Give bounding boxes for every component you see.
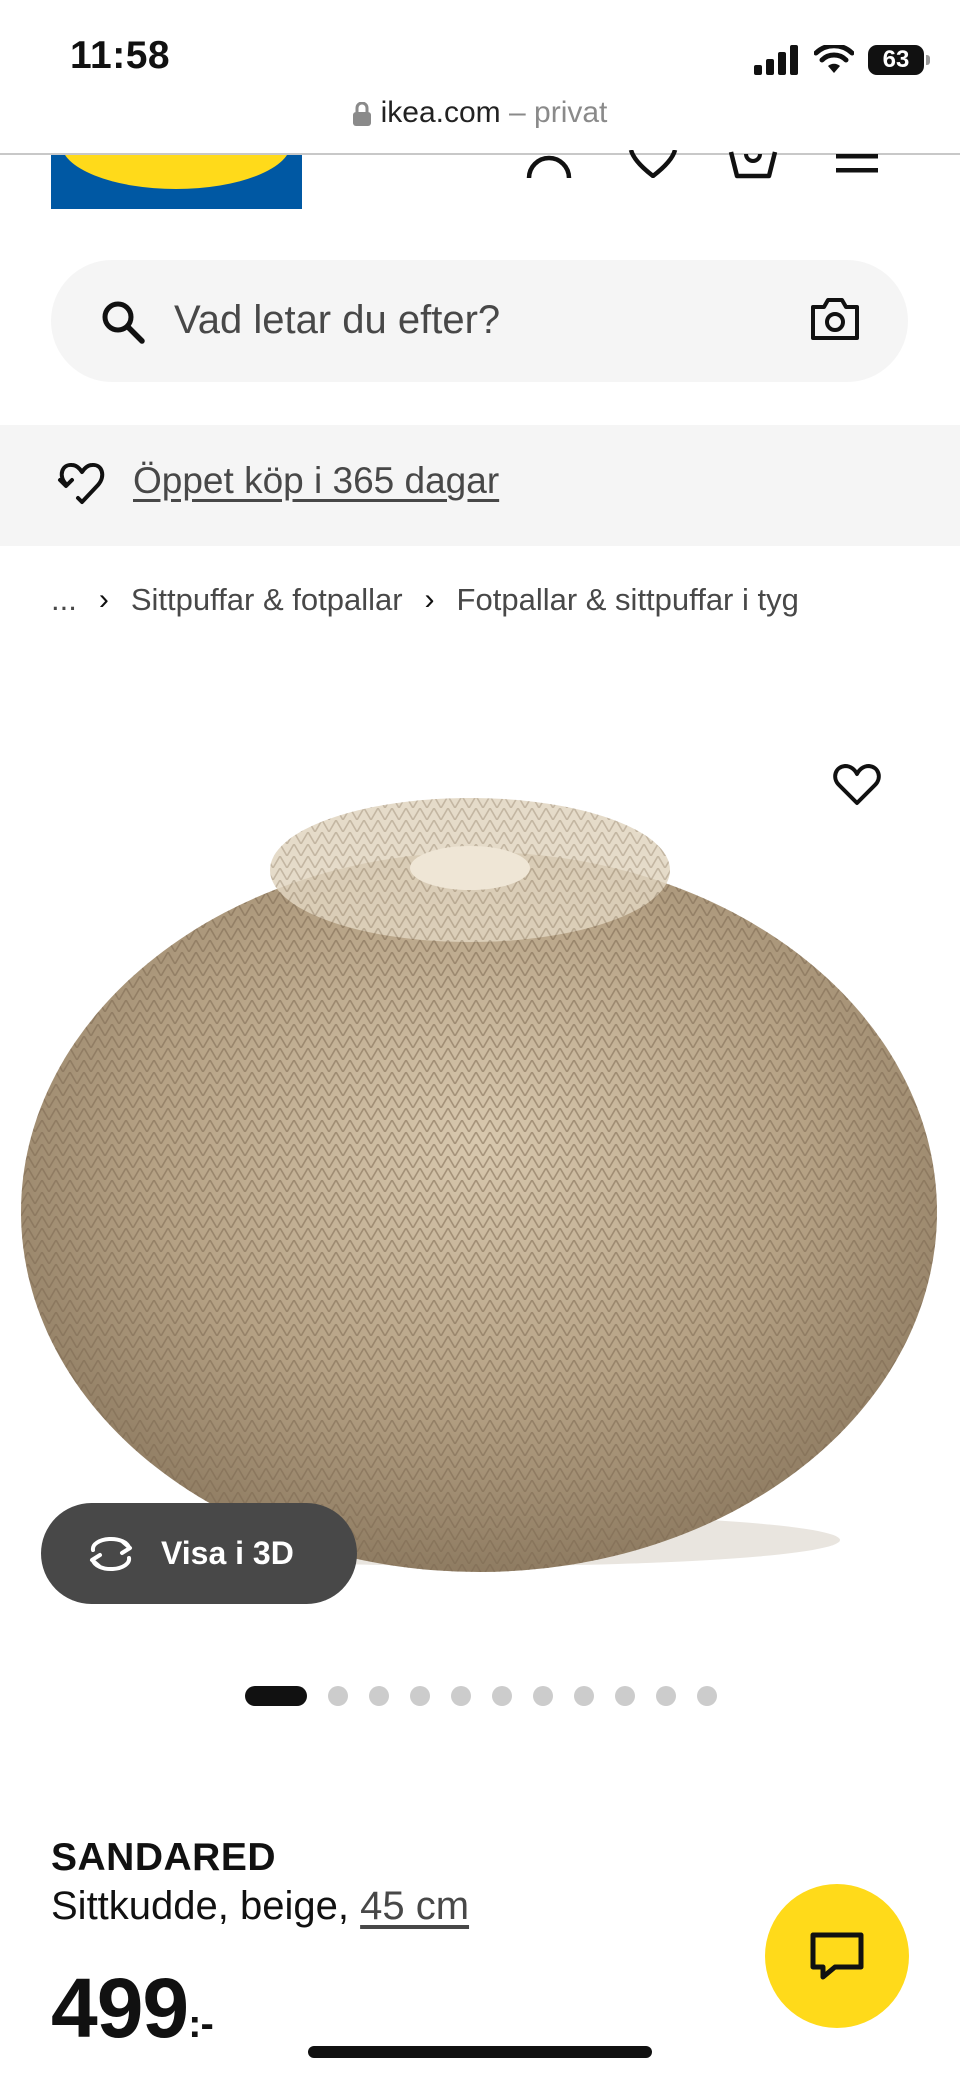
carousel-dot-10[interactable] (656, 1686, 676, 1706)
carousel-dot-11[interactable] (697, 1686, 717, 1706)
private-mode-label: – privat (509, 96, 608, 129)
carousel-dot-9[interactable] (615, 1686, 635, 1706)
breadcrumb-item-sittpuffar[interactable]: Sittpuffar & fotpallar (131, 582, 403, 618)
view-in-3d-button[interactable]: Visa i 3D (41, 1503, 357, 1604)
status-icons: 63 (754, 40, 930, 80)
carousel-dot-6[interactable] (492, 1686, 512, 1706)
camera-icon[interactable] (810, 297, 860, 341)
carousel-dot-8[interactable] (574, 1686, 594, 1706)
chat-button[interactable] (765, 1884, 909, 2028)
search-input-placeholder[interactable]: Vad letar du efter? (174, 298, 500, 343)
carousel-dot-2[interactable] (328, 1686, 348, 1706)
breadcrumb: ... › Sittpuffar & fotpallar › Fotpallar… (51, 582, 799, 618)
url-bar[interactable]: ikea.com – privat (0, 96, 960, 130)
breadcrumb-ellipsis[interactable]: ... (51, 582, 77, 618)
cellular-signal-icon (754, 45, 798, 75)
carousel-dot-5[interactable] (451, 1686, 471, 1706)
rotate-3d-icon (90, 1536, 132, 1571)
view-in-3d-label: Visa i 3D (161, 1535, 294, 1571)
carousel-dot-7[interactable] (533, 1686, 553, 1706)
chevron-right-icon: › (424, 583, 435, 616)
carousel-dot-3[interactable] (369, 1686, 389, 1706)
url-domain: ikea.com (380, 96, 501, 129)
price-suffix: :- (188, 2002, 214, 2046)
wifi-icon (814, 45, 854, 73)
carousel-dot-4[interactable] (410, 1686, 430, 1706)
product-description: Sittkudde, beige, 45 cm (51, 1884, 469, 1929)
hamburger-menu-icon[interactable] (834, 150, 880, 176)
carousel-dot-1[interactable] (245, 1686, 307, 1706)
product-size-link[interactable]: 45 cm (360, 1884, 469, 1928)
favorite-heart-icon[interactable] (832, 763, 882, 807)
heart-return-icon (58, 463, 105, 504)
lock-icon (352, 102, 371, 127)
product-description-text: Sittkudde, beige, (51, 1884, 361, 1928)
ikea-logo[interactable] (51, 155, 302, 209)
carousel-dots (245, 1686, 717, 1706)
search-icon[interactable] (100, 299, 146, 345)
heart-icon[interactable] (628, 150, 678, 178)
user-icon[interactable] (525, 148, 573, 178)
chevron-right-icon: › (98, 583, 109, 616)
open-purchase-link[interactable]: Öppet köp i 365 dagar (133, 460, 499, 502)
home-indicator (308, 2046, 652, 2058)
status-time: 11:58 (70, 34, 171, 77)
chat-bubble-icon (810, 1932, 864, 1980)
price-value: 499 (51, 1961, 189, 2055)
ikea-logo-oval (61, 155, 291, 189)
battery-icon: 63 (868, 45, 930, 75)
cart-icon[interactable] (728, 150, 778, 180)
breadcrumb-item-fotpallar-tyg[interactable]: Fotpallar & sittpuffar i tyg (457, 582, 799, 618)
product-price: 499:- (51, 1966, 214, 2050)
product-name: SANDARED (51, 1836, 277, 1879)
